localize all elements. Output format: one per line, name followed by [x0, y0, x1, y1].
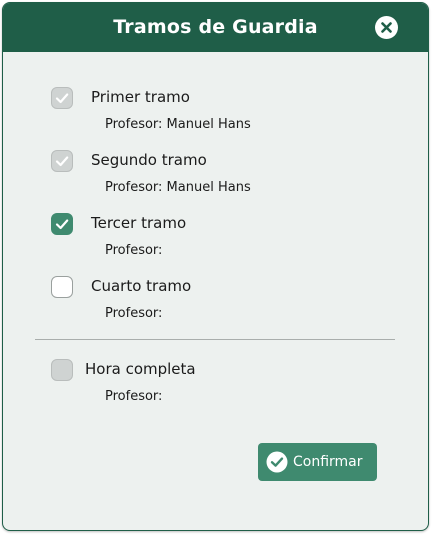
segundo-tramo-profesor: Profesor: Manuel Hans — [105, 180, 251, 195]
confirm-label: Confirmar — [293, 454, 363, 470]
dialog-header: Tramos de Guardia — [3, 3, 428, 52]
option-tercer-tramo: Tercer tramo Profesor: — [3, 213, 428, 263]
primer-tramo-checkbox[interactable] — [51, 87, 73, 109]
primer-tramo-profesor: Profesor: Manuel Hans — [105, 117, 251, 132]
option-hora-completa: Hora completa Profesor: — [3, 359, 428, 409]
close-icon — [381, 22, 392, 33]
cuarto-tramo-checkbox[interactable] — [51, 276, 73, 298]
guardia-dialog: Tramos de Guardia Primer tramo Profesor:… — [2, 2, 429, 531]
hora-completa-profesor: Profesor: — [105, 389, 163, 404]
primer-tramo-label: Primer tramo — [91, 88, 190, 106]
hora-completa-label: Hora completa — [85, 360, 196, 378]
check-circle-icon — [266, 451, 288, 473]
segundo-tramo-label: Segundo tramo — [91, 151, 207, 169]
cuarto-tramo-label: Cuarto tramo — [91, 277, 192, 295]
divider — [35, 339, 395, 340]
checkmark-icon — [55, 156, 69, 167]
dialog-title: Tramos de Guardia — [113, 16, 318, 38]
checkmark-icon — [55, 93, 69, 104]
option-primer-tramo: Primer tramo Profesor: Manuel Hans — [3, 87, 428, 137]
option-segundo-tramo: Segundo tramo Profesor: Manuel Hans — [3, 150, 428, 200]
checkmark-icon — [55, 219, 69, 230]
tercer-tramo-checkbox[interactable] — [51, 213, 73, 235]
tercer-tramo-label: Tercer tramo — [91, 214, 187, 232]
confirm-button[interactable]: Confirmar — [258, 443, 377, 481]
option-cuarto-tramo: Cuarto tramo Profesor: — [3, 276, 428, 326]
hora-completa-checkbox[interactable] — [51, 359, 73, 381]
segundo-tramo-checkbox[interactable] — [51, 150, 73, 172]
cuarto-tramo-profesor: Profesor: — [105, 306, 163, 321]
tercer-tramo-profesor: Profesor: — [105, 243, 163, 258]
close-button[interactable] — [375, 16, 398, 39]
